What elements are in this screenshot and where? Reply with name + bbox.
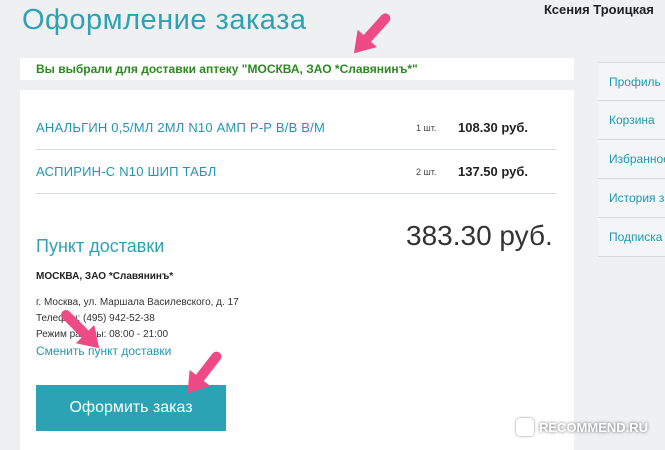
cart-item-qty: 1 шт. [416,123,437,133]
delivery-notice: Вы выбрали для доставки аптеку "МОСКВА, … [20,58,574,80]
annotation-arrow-icon [355,11,393,51]
pharmacy-address: г. Москва, ул. Маршала Василевского, д. … [36,297,239,308]
watermark-text: RECOMMEND.RU [539,419,649,435]
pharmacy-phone: Телефон: (495) 942-52-38 [36,313,155,324]
side-menu-item-cart[interactable]: Корзина [598,101,665,140]
cart-item-name[interactable]: АНАЛЬГИН 0,5/МЛ 2МЛ N10 АМП Р-Р В/В В/М [36,120,325,135]
order-total: 383.30 руб. [406,220,553,251]
cart-item-name[interactable]: АСПИРИН-С N10 ШИП ТАБЛ [36,164,217,179]
side-menu-item-profile[interactable]: Профиль [598,62,665,101]
cart-item-row: АНАЛЬГИН 0,5/МЛ 2МЛ N10 АМП Р-Р В/В В/М … [36,108,556,150]
watermark-logo-icon [516,418,534,436]
cart-item-row: АСПИРИН-С N10 ШИП ТАБЛ 2 шт. 137.50 руб. [36,152,556,194]
delivery-notice-text: Вы выбрали для доставки аптеку "МОСКВА, … [36,62,418,76]
side-menu-item-subscription[interactable]: Подписка [598,218,665,257]
side-menu-item-order-history[interactable]: История заказов [598,179,665,218]
side-menu-item-favorites[interactable]: Избранное [598,140,665,179]
cart-item-qty: 2 шт. [416,167,437,177]
delivery-section-title: Пункт доставки [36,236,165,256]
user-name[interactable]: Ксения Троицкая [544,2,654,17]
side-menu: Профиль Корзина Избранное История заказо… [598,62,665,257]
pharmacy-name: МОСКВА, ЗАО *Славянинъ* [36,271,174,282]
watermark: RECOMMEND.RU [516,418,648,436]
order-panel: АНАЛЬГИН 0,5/МЛ 2МЛ N10 АМП Р-Р В/В В/М … [20,90,574,450]
page-title: Оформление заказа [22,4,307,36]
change-pickup-link[interactable]: Сменить пункт доставки [36,344,171,358]
cart-item-price: 108.30 руб. [458,120,529,135]
cart-item-price: 137.50 руб. [458,164,529,179]
